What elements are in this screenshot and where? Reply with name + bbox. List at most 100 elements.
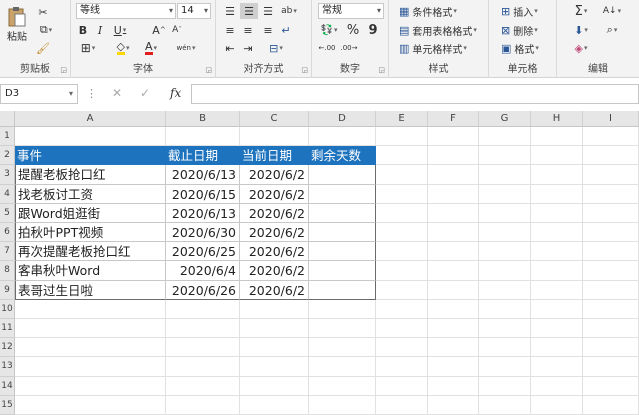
table-cell-c4[interactable]: 2020/6/2	[240, 184, 309, 204]
table-cell-a4[interactable]: 找老板讨工资	[15, 184, 166, 204]
table-cell-a7[interactable]: 再次提醒老板抢口红	[15, 242, 166, 262]
column-header-c[interactable]: C	[240, 111, 309, 127]
cell-h11[interactable]	[531, 319, 583, 339]
cell-e6[interactable]	[376, 223, 428, 243]
underline-button[interactable]: U ▾	[109, 22, 131, 38]
table-cell-c5[interactable]: 2020/6/2	[240, 203, 309, 223]
cell-g15[interactable]	[479, 395, 531, 415]
table-cell-c9[interactable]: 2020/6/2	[240, 280, 309, 300]
cell-i7[interactable]	[583, 242, 639, 262]
font-size-dropdown[interactable]: 14 ▾	[177, 3, 211, 19]
cell-c1[interactable]	[240, 127, 309, 147]
table-cell-d4[interactable]	[309, 184, 376, 204]
decrease-indent-button[interactable]: ⇤	[222, 40, 238, 56]
table-cell-c3[interactable]: 2020/6/2	[240, 165, 309, 185]
cell-f2[interactable]	[428, 146, 479, 166]
cell-h7[interactable]	[531, 242, 583, 262]
row-header-15[interactable]: 15	[0, 395, 15, 415]
cell-e9[interactable]	[376, 280, 428, 300]
fill-color-button[interactable]: ◇ ▾	[111, 40, 135, 56]
cell-c10[interactable]	[240, 299, 309, 319]
cell-a13[interactable]	[15, 357, 166, 377]
font-color-button[interactable]: A ▾	[139, 40, 163, 56]
cell-e15[interactable]	[376, 395, 428, 415]
table-cell-d8[interactable]	[309, 261, 376, 281]
merge-center-button[interactable]: ⊟ ▾	[264, 40, 288, 56]
cell-a12[interactable]	[15, 338, 166, 358]
cell-d1[interactable]	[309, 127, 376, 147]
table-header-cell-a2[interactable]: 事件	[15, 146, 166, 166]
cell-f14[interactable]	[428, 376, 479, 396]
cell-f10[interactable]	[428, 299, 479, 319]
increase-indent-button[interactable]: ⇥	[240, 40, 256, 56]
cell-e4[interactable]	[376, 184, 428, 204]
cell-h9[interactable]	[531, 280, 583, 300]
formula-bar-grip-icon[interactable]: ⋮	[86, 87, 97, 100]
insert-cells-button[interactable]: ⊞ 插入 ▾	[501, 3, 555, 19]
align-center-button[interactable]: ≡	[240, 22, 256, 38]
cell-i5[interactable]	[583, 203, 639, 223]
cell-e11[interactable]	[376, 319, 428, 339]
copy-button[interactable]: ⧉ ▾	[35, 22, 57, 38]
table-cell-d6[interactable]	[309, 223, 376, 243]
cell-d10[interactable]	[309, 299, 376, 319]
cell-i9[interactable]	[583, 280, 639, 300]
cell-i1[interactable]	[583, 127, 639, 147]
clipboard-launcher-icon[interactable]: ◲	[60, 66, 67, 74]
table-cell-c8[interactable]: 2020/6/2	[240, 261, 309, 281]
cell-f12[interactable]	[428, 338, 479, 358]
table-cell-d7[interactable]	[309, 242, 376, 262]
cell-i11[interactable]	[583, 319, 639, 339]
cell-e7[interactable]	[376, 242, 428, 262]
row-header-10[interactable]: 10	[0, 299, 15, 319]
cell-c11[interactable]	[240, 319, 309, 339]
font-launcher-icon[interactable]: ◲	[205, 66, 212, 74]
column-header-e[interactable]: E	[376, 111, 428, 127]
cell-h1[interactable]	[531, 127, 583, 147]
cell-e10[interactable]	[376, 299, 428, 319]
delete-cells-button[interactable]: ⊠ 删除 ▾	[501, 22, 555, 38]
cell-f8[interactable]	[428, 261, 479, 281]
cell-c15[interactable]	[240, 395, 309, 415]
cell-i10[interactable]	[583, 299, 639, 319]
table-cell-d9[interactable]	[309, 280, 376, 300]
cell-g14[interactable]	[479, 376, 531, 396]
formula-input[interactable]	[191, 84, 639, 104]
cell-g2[interactable]	[479, 146, 531, 166]
wrap-text-button[interactable]: ↵	[278, 22, 294, 38]
cell-e12[interactable]	[376, 338, 428, 358]
alignment-launcher-icon[interactable]: ◲	[301, 66, 308, 74]
column-header-g[interactable]: G	[479, 111, 531, 127]
table-cell-b9[interactable]: 2020/6/26	[166, 280, 240, 300]
row-header-9[interactable]: 9	[0, 280, 15, 300]
table-header-cell-b2[interactable]: 截止日期	[166, 146, 240, 166]
cell-d11[interactable]	[309, 319, 376, 339]
row-header-12[interactable]: 12	[0, 338, 15, 358]
comma-style-button[interactable]: 9	[366, 22, 380, 38]
table-cell-d3[interactable]	[309, 165, 376, 185]
cell-g9[interactable]	[479, 280, 531, 300]
decrease-decimal-button[interactable]: .00→	[340, 40, 358, 56]
cell-f1[interactable]	[428, 127, 479, 147]
table-cell-b3[interactable]: 2020/6/13	[166, 165, 240, 185]
cell-a1[interactable]	[15, 127, 166, 147]
worksheet-grid[interactable]: A B C D E F G H I 1 2 事件 截止日期 当前日期 剩余天数 3 提醒老板抢口红 2020/6/…	[0, 111, 639, 415]
cell-f13[interactable]	[428, 357, 479, 377]
cell-b12[interactable]	[166, 338, 240, 358]
cell-f6[interactable]	[428, 223, 479, 243]
row-header-4[interactable]: 4	[0, 184, 15, 204]
cell-b10[interactable]	[166, 299, 240, 319]
cell-i13[interactable]	[583, 357, 639, 377]
align-middle-button[interactable]: ☰	[240, 3, 258, 19]
accounting-format-button[interactable]: 💱 ▾	[318, 22, 340, 38]
italic-button[interactable]: I	[93, 22, 107, 38]
conditional-formatting-button[interactable]: ▦ 条件格式 ▾	[399, 3, 487, 19]
format-as-table-button[interactable]: ▤ 套用表格格式 ▾	[399, 22, 487, 38]
cut-button[interactable]: ✂	[35, 4, 51, 20]
cell-f11[interactable]	[428, 319, 479, 339]
cell-g1[interactable]	[479, 127, 531, 147]
cell-i14[interactable]	[583, 376, 639, 396]
cell-b1[interactable]	[166, 127, 240, 147]
cell-i12[interactable]	[583, 338, 639, 358]
increase-font-button[interactable]: A ^	[151, 22, 167, 38]
